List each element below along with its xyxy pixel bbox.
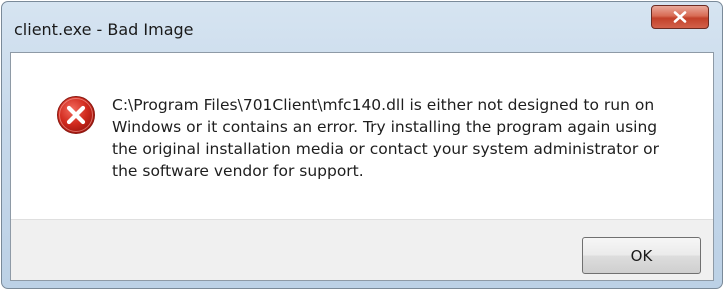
message-area: C:\Program Files\701Client\mfc140.dll is… <box>11 53 713 219</box>
dialog-body: C:\Program Files\701Client\mfc140.dll is… <box>10 52 714 281</box>
button-bar: OK <box>11 219 713 280</box>
close-icon <box>673 11 687 23</box>
error-icon <box>56 95 96 135</box>
window-title: client.exe - Bad Image <box>14 20 194 39</box>
error-message-text: C:\Program Files\701Client\mfc140.dll is… <box>112 96 660 180</box>
close-button[interactable] <box>651 5 709 29</box>
ok-button[interactable]: OK <box>582 237 701 274</box>
title-bar[interactable]: client.exe - Bad Image <box>2 2 722 52</box>
error-dialog-window: client.exe - Bad Image C:\Program Files\… <box>1 1 723 289</box>
